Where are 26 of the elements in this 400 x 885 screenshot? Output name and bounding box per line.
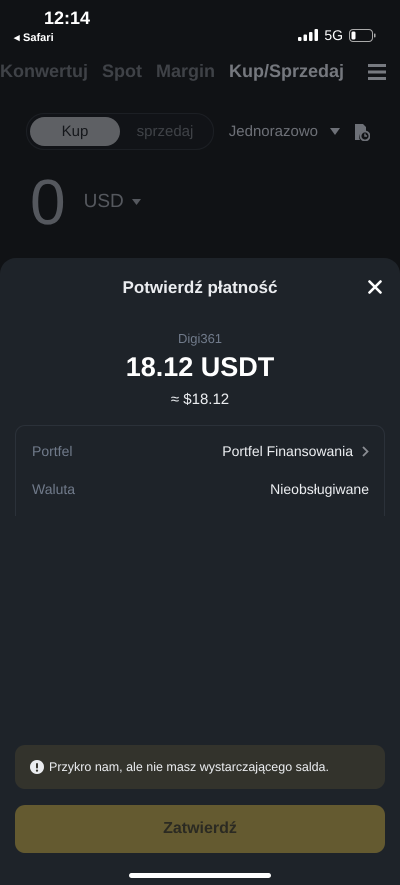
close-icon[interactable]: [368, 280, 382, 294]
status-time: 12:14: [44, 8, 90, 29]
sheet-title: Potwierdź płatność: [122, 278, 278, 299]
nav-tab[interactable]: Kup/Sprzedaj: [229, 61, 344, 82]
alert-message: Przykro nam, ale nie masz wystarczającego salda.: [49, 760, 329, 774]
network-type: 5G: [324, 27, 343, 43]
toggle-option[interactable]: Kup: [30, 117, 120, 146]
frequency-dropdown[interactable]: Jednorazowo: [228, 123, 340, 140]
warning-icon: [30, 760, 44, 774]
history-icon[interactable]: [354, 122, 370, 140]
caret-icon: [330, 128, 340, 135]
signal-icon: [298, 29, 318, 41]
approx-value: ≈ $18.12: [170, 391, 230, 408]
back-to-app-link[interactable]: ◂ Safari: [14, 31, 54, 44]
detail-label: Portfel: [32, 443, 72, 459]
amount-value: 0: [30, 170, 66, 234]
merchant-name: Digi361: [178, 331, 222, 346]
caret-icon: [132, 199, 141, 205]
menu-icon[interactable]: [368, 64, 386, 80]
detail-label: Waluta: [32, 481, 76, 497]
detail-value: Nieobsługiwane: [270, 481, 369, 497]
currency-dropdown[interactable]: USD: [84, 191, 141, 213]
detail-value[interactable]: Portfel Finansowania: [222, 443, 369, 459]
payment-amount: 18.12 USDT: [126, 352, 274, 383]
chevron-right-icon: [362, 446, 369, 456]
battery-icon: [349, 28, 376, 42]
